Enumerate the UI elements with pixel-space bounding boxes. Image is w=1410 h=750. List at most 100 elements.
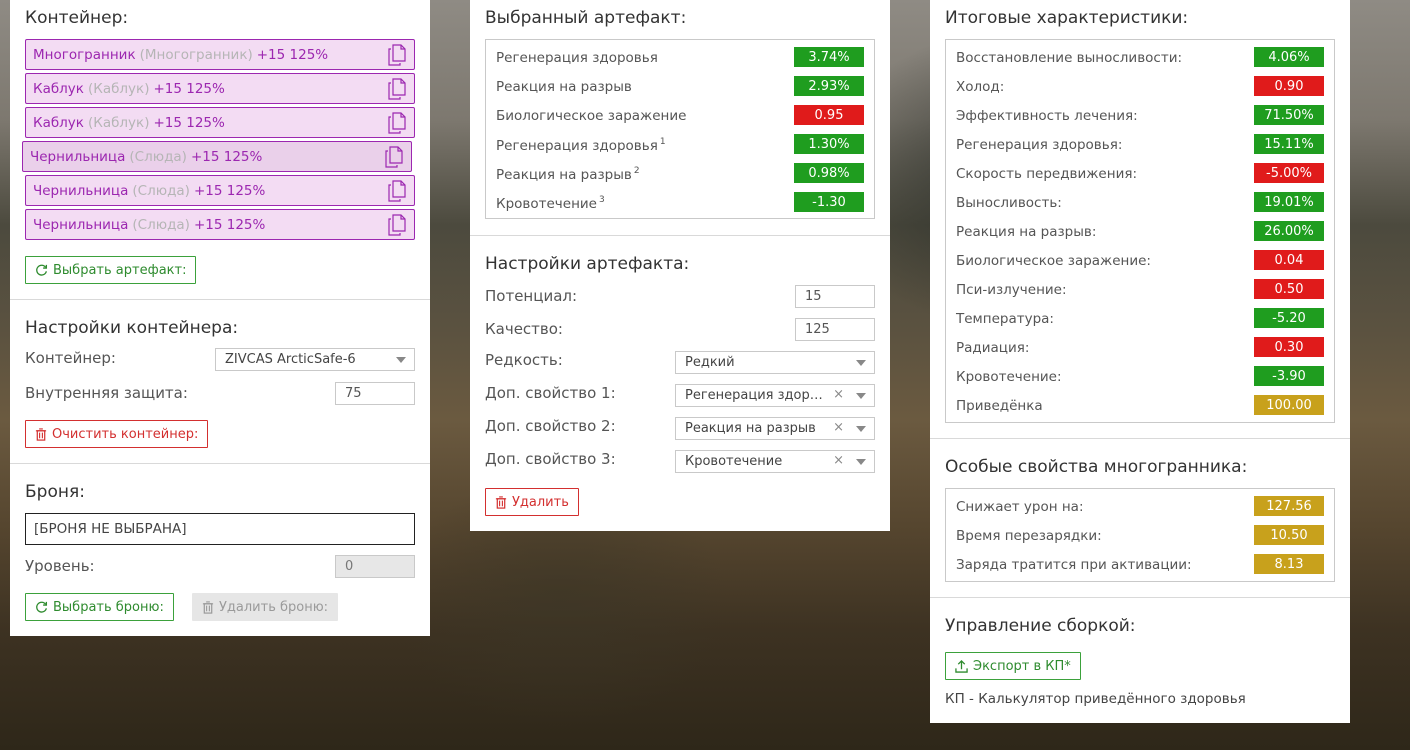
stat-row: Биологическое заражение: 0.04 (946, 245, 1334, 274)
artifact-stats: +15 125% (190, 148, 263, 165)
stat-value-badge: 71.50% (1254, 105, 1324, 125)
protection-input[interactable]: 75 (335, 382, 415, 405)
container-label: Контейнер: (25, 349, 116, 367)
stat-name: Время перезарядки: (956, 528, 1102, 544)
trash-icon (495, 495, 507, 509)
clear-container-label: Очистить контейнер: (52, 426, 199, 442)
artifact-item[interactable]: Каблук (Каблук) +15 125% (25, 73, 415, 104)
artifact-stats: +15 125% (193, 182, 266, 199)
rarity-value: Редкий (685, 355, 735, 370)
rarity-select[interactable]: Редкий (675, 351, 875, 374)
stat-label: Биологическое заражение (496, 108, 686, 124)
chevron-down-icon (396, 357, 406, 363)
stat-footnote-mark: 2 (633, 166, 640, 176)
stat-row: Реакция на разрыв: 26.00% (946, 216, 1334, 245)
select-artifact-button[interactable]: Выбрать артефакт: (25, 256, 197, 284)
stat-name: Заряда тратится при активации: (956, 557, 1192, 573)
stat-row: Восстановление выносливости: 4.06% (946, 42, 1334, 71)
stat-label: Снижает урон на: (956, 499, 1084, 515)
stat-label: Пси-излучение: (956, 282, 1067, 298)
artifact-stats: +15 125% (153, 80, 225, 97)
copy-icon[interactable] (388, 78, 406, 100)
stat-row: Кровотечение 3 -1.30 (486, 187, 874, 216)
stat-value-badge: 0.95 (794, 105, 864, 125)
stat-label: Выносливость: (956, 195, 1062, 211)
stat-value-badge: 127.56 (1254, 496, 1324, 516)
protection-label: Внутренняя защита: (25, 384, 188, 402)
stat-label: Заряда тратится при активации: (956, 557, 1192, 573)
stat-value-badge: 0.90 (1254, 76, 1324, 96)
selected-artifact-title: Выбранный артефакт: (485, 8, 687, 28)
potential-input[interactable]: 15 (795, 285, 875, 308)
artifact-alt-name: (Каблук) (87, 114, 150, 131)
divider (930, 597, 1350, 598)
artifact-item[interactable]: Многогранник (Многогранник) +15 125% (25, 39, 415, 70)
prop3-value: Кровотечение (685, 454, 783, 469)
stat-label: Реакция на разрыв: (956, 224, 1096, 240)
artifact-alt-name: (Слюда) (132, 216, 190, 233)
copy-icon[interactable] (388, 180, 406, 202)
copy-icon[interactable] (388, 214, 406, 236)
clear-container-button[interactable]: Очистить контейнер: (25, 420, 209, 448)
artifact-item[interactable]: Чернильница (Слюда) +15 125% (22, 141, 412, 172)
clear-icon[interactable]: × (833, 453, 844, 468)
stat-name: Реакция на разрыв (496, 167, 632, 183)
stat-footnote-mark: 3 (599, 195, 605, 205)
quality-input[interactable]: 125 (795, 318, 875, 341)
stat-row: Регенерация здоровья 3.74% (486, 42, 874, 71)
artifact-alt-name: (Многогранник) (139, 46, 253, 63)
prop2-select[interactable]: Реакция на разрыв × (675, 417, 875, 440)
stat-value-badge: 3.74% (794, 47, 864, 67)
container-select[interactable]: ZIVCAS ArcticSafe-6 (215, 348, 415, 371)
trash-icon (35, 427, 47, 441)
artifact-alt-name: (Слюда) (132, 182, 190, 199)
stat-value-badge: 26.00% (1254, 221, 1324, 241)
container-value: ZIVCAS ArcticSafe-6 (225, 352, 356, 367)
stat-row: Реакция на разрыв 2 0.98% (486, 158, 874, 187)
refresh-icon (36, 601, 48, 613)
build-title: Управление сборкой: (945, 616, 1136, 636)
stat-label: Реакция на разрыв (496, 79, 632, 95)
stat-name: Биологическое заражение (496, 108, 687, 124)
delete-armor-label: Удалить броню: (219, 599, 329, 615)
stat-value-badge: 0.98% (794, 163, 864, 183)
export-label: Экспорт в КП* (973, 658, 1071, 674)
copy-icon[interactable] (388, 44, 406, 66)
copy-icon[interactable] (388, 112, 406, 134)
stat-name: Скорость передвижения: (956, 166, 1138, 182)
stat-value-badge: 8.13 (1254, 554, 1324, 574)
stat-name: Выносливость: (956, 195, 1062, 211)
armor-field[interactable]: [БРОНЯ НЕ ВЫБРАНА] (25, 513, 415, 545)
artifact-item[interactable]: Чернильница (Слюда) +15 125% (25, 209, 415, 240)
clear-icon[interactable]: × (833, 420, 844, 435)
artifact-stats: +15 125% (256, 46, 329, 63)
quality-label: Качество: (485, 320, 563, 338)
selected-artifact-stats: Регенерация здоровья 3.74% Реакция на разр… (485, 39, 875, 219)
stat-row: Снижает урон на: 127.56 (946, 491, 1334, 520)
delete-armor-button[interactable]: Удалить броню: (192, 593, 339, 621)
divider (10, 299, 430, 300)
copy-icon[interactable] (385, 146, 403, 168)
export-button[interactable]: Экспорт в КП* (945, 652, 1081, 680)
prop3-select[interactable]: Кровотечение × (675, 450, 875, 473)
stat-name: Снижает урон на: (956, 499, 1084, 515)
stat-name: Регенерация здоровья (496, 138, 658, 154)
special-stats: Снижает урон на: 127.56 Время перезарядки:… (945, 488, 1335, 582)
stat-label: Регенерация здоровья 1 (496, 137, 666, 154)
totals-panel: Итоговые характеристики: Восстановление … (930, 0, 1350, 723)
artifact-settings-title: Настройки артефакта: (485, 254, 690, 274)
artifact-item[interactable]: Чернильница (Слюда) +15 125% (25, 175, 415, 206)
stat-name: Регенерация здоровья (496, 50, 658, 66)
delete-artifact-button[interactable]: Удалить (485, 488, 579, 516)
chevron-down-icon (856, 459, 866, 465)
stat-value-badge: -1.30 (794, 192, 864, 212)
artifact-item[interactable]: Каблук (Каблук) +15 125% (25, 107, 415, 138)
prop2-value: Реакция на разрыв (685, 421, 816, 436)
rarity-label: Редкость: (485, 351, 563, 369)
clear-icon[interactable]: × (833, 387, 844, 402)
select-armor-button[interactable]: Выбрать броню: (25, 593, 174, 621)
stat-name: Холод: (956, 79, 1005, 95)
prop1-select[interactable]: Регенерация здоровья × (675, 384, 875, 407)
divider (10, 463, 430, 464)
stat-row: Эффективность лечения: 71.50% (946, 100, 1334, 129)
